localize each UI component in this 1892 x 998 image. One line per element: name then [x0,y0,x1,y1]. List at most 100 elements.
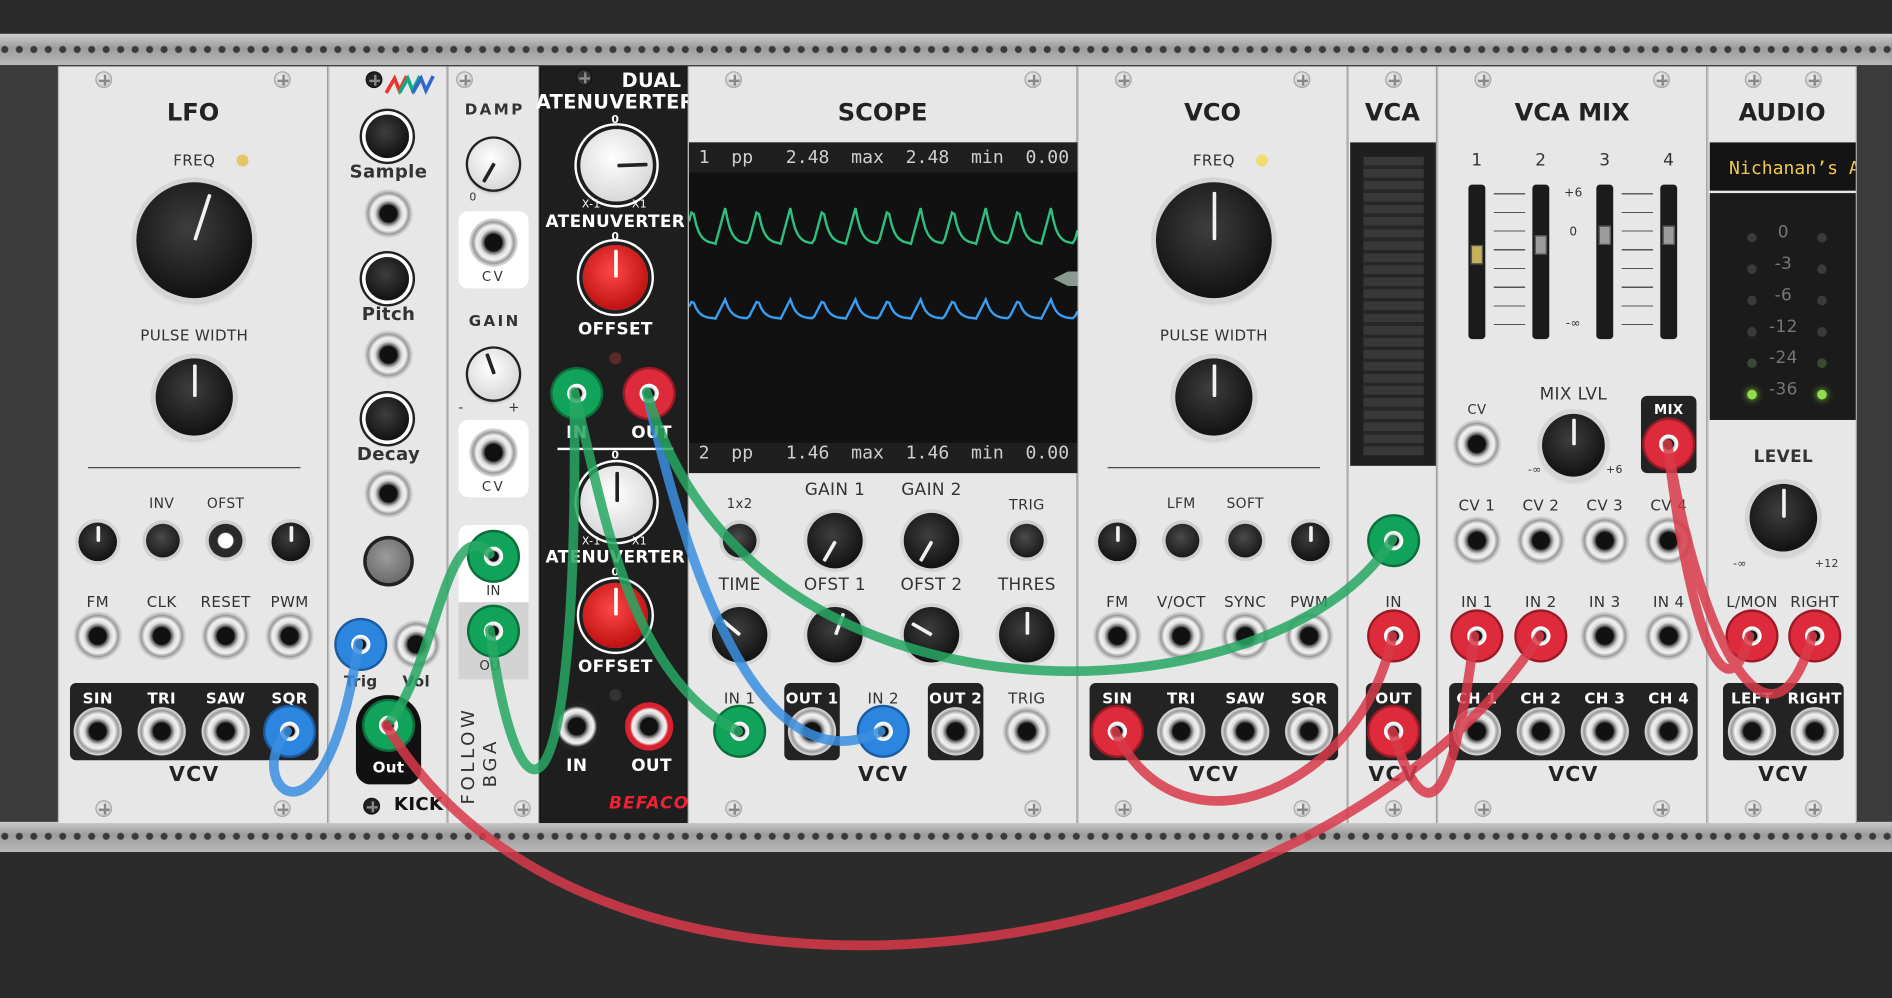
atten-1-knob[interactable] [580,129,653,202]
follow-gain-knob[interactable] [468,348,519,400]
dual-atenuverter-module[interactable]: DUAL ATENUVERTER 0 X-1 X1 ATENUVERTER 0 … [536,66,694,824]
lfo-ofst-button[interactable] [208,523,243,558]
atten-2-knob[interactable] [580,465,653,539]
mix-fader-4[interactable] [1660,184,1678,340]
offset-2-knob[interactable] [582,582,648,649]
vco-freq-knob[interactable] [1155,182,1272,299]
audio-device-select[interactable]: Nichanan’s A [1709,142,1856,191]
follow-module[interactable]: DAMP 0 CV GAIN - + CV IN OU FOLLOW BGA [447,66,540,824]
mix-cv-jack[interactable] [1452,419,1502,469]
lfo-fm-jack[interactable] [73,611,122,661]
lfo-pulse-width-knob[interactable] [155,358,233,436]
kick-vol-jack[interactable] [392,620,441,669]
kick-trigger-button[interactable] [366,539,411,583]
kick-sample-jack[interactable] [364,189,413,238]
kick-trig-plug[interactable] [336,620,385,669]
mix-fader-3[interactable] [1596,184,1614,340]
vca-in-plug[interactable] [1369,611,1418,661]
lfo-freq-knob[interactable] [136,182,253,299]
vco-soft-button[interactable] [1228,523,1263,558]
kick-pitch-jack[interactable] [364,330,413,379]
scope-module[interactable]: SCOPE 1 pp 2.48 max 2.48 min 0.00 2 pp 1… [687,66,1078,824]
lfo-fm-knob[interactable] [78,522,118,562]
vco-pwm-knob[interactable] [1291,522,1330,562]
mix-cv2-jack[interactable] [1516,516,1565,565]
kick-module[interactable]: Sample Pitch Decay Trig Vol Out KICK [328,66,448,824]
vco-module[interactable]: VCO FREQ PULSE WIDTH LFM SOFT FM V/OCT S… [1077,66,1348,824]
vco-sqr-jack[interactable] [1285,707,1334,756]
mix-ch1-jack[interactable] [1452,707,1502,756]
vco-lfm-button[interactable] [1165,523,1200,558]
vco-sync-jack[interactable] [1221,611,1270,661]
vca-cv-plug[interactable] [1369,516,1418,565]
atten-1-out-plug[interactable] [625,369,674,418]
offset-1-knob[interactable] [582,244,648,311]
mix-fader-2[interactable] [1532,184,1550,340]
scope-in1-plug[interactable] [715,707,764,756]
scope-out2-jack[interactable] [931,707,980,756]
vca-out-plug[interactable] [1369,707,1418,756]
follow-cv2-jack[interactable] [469,428,518,477]
mix-in1-plug[interactable] [1452,611,1502,661]
mix-fader-1[interactable] [1468,184,1486,340]
vco-voct-jack[interactable] [1157,611,1206,661]
kick-pitch-knob[interactable] [365,257,410,301]
scope-in2-plug[interactable] [859,707,908,756]
vco-sin-plug[interactable] [1093,707,1142,756]
mix-cv4-jack[interactable] [1644,516,1693,565]
vco-fm-jack[interactable] [1093,611,1142,661]
lfo-saw-jack[interactable] [201,707,250,756]
scope-thres-knob[interactable] [999,607,1055,663]
lfo-inv-button[interactable] [145,523,180,558]
vco-pulse-width-knob[interactable] [1175,358,1253,436]
kick-sample-knob[interactable] [365,114,410,159]
lfo-sin-jack[interactable] [73,707,122,756]
kick-out-plug[interactable] [364,701,413,750]
lfo-pwm-jack[interactable] [265,611,314,661]
kick-decay-jack[interactable] [364,469,413,518]
mix-out-plug[interactable] [1644,419,1693,469]
mix-cv1-jack[interactable] [1452,516,1502,565]
scope-time-knob[interactable] [711,607,768,663]
vca-mix-module[interactable]: VCA MIX 1 2 3 4 +6 0 -∞ MIX LVL CV -∞ +6… [1437,66,1708,824]
mix-in4-jack[interactable] [1644,611,1693,661]
mix-in3-jack[interactable] [1580,611,1629,661]
vco-fm-knob[interactable] [1098,522,1137,562]
atten-2-in-jack[interactable] [552,702,601,751]
lfo-module[interactable]: LFO FREQ PULSE WIDTH INV OFST FM CLK RES… [57,66,329,824]
scope-gain1-knob[interactable] [807,512,863,569]
lfo-clk-jack[interactable] [137,611,186,661]
lfo-sqr-plug[interactable] [265,707,314,756]
vco-tri-jack[interactable] [1157,707,1206,756]
vca-module[interactable]: VCA IN OUT VCV [1347,66,1438,824]
audio-left-in-plug[interactable] [1727,611,1777,661]
follow-out-plug[interactable] [469,607,518,656]
follow-in-plug[interactable] [469,532,518,581]
mix-ch3-jack[interactable] [1580,707,1629,756]
audio-left-out-jack[interactable] [1727,707,1777,756]
scope-gain2-knob[interactable] [903,512,960,569]
follow-cv1-jack[interactable] [469,218,518,267]
scope-trig-button[interactable] [1009,523,1044,558]
mix-ch2-jack[interactable] [1516,707,1565,756]
audio-module[interactable]: AUDIO Nichanan’s A 0 -3 -6 -12 -24 -36 L… [1707,66,1857,824]
vco-saw-jack[interactable] [1221,707,1270,756]
vco-pwm-jack[interactable] [1285,611,1334,661]
audio-right-out-jack[interactable] [1790,707,1839,756]
follow-damp-knob[interactable] [468,138,519,190]
scope-ofst1-knob[interactable] [807,607,863,663]
lfo-pwm-knob[interactable] [271,522,311,562]
mix-cv3-jack[interactable] [1580,516,1629,565]
mix-ch4-jack[interactable] [1644,707,1693,756]
scope-1x2-button[interactable] [722,523,757,558]
atten-2-out-jack[interactable] [625,702,674,751]
mix-level-knob[interactable] [1542,413,1605,477]
atten-1-in-plug[interactable] [552,369,601,418]
audio-right-in-plug[interactable] [1790,611,1839,661]
lfo-reset-jack[interactable] [201,611,250,661]
audio-level-knob[interactable] [1749,483,1818,552]
lfo-tri-jack[interactable] [137,707,186,756]
scope-trig-jack[interactable] [1002,707,1051,756]
kick-decay-knob[interactable] [365,397,410,441]
scope-out1-jack[interactable] [787,707,837,756]
